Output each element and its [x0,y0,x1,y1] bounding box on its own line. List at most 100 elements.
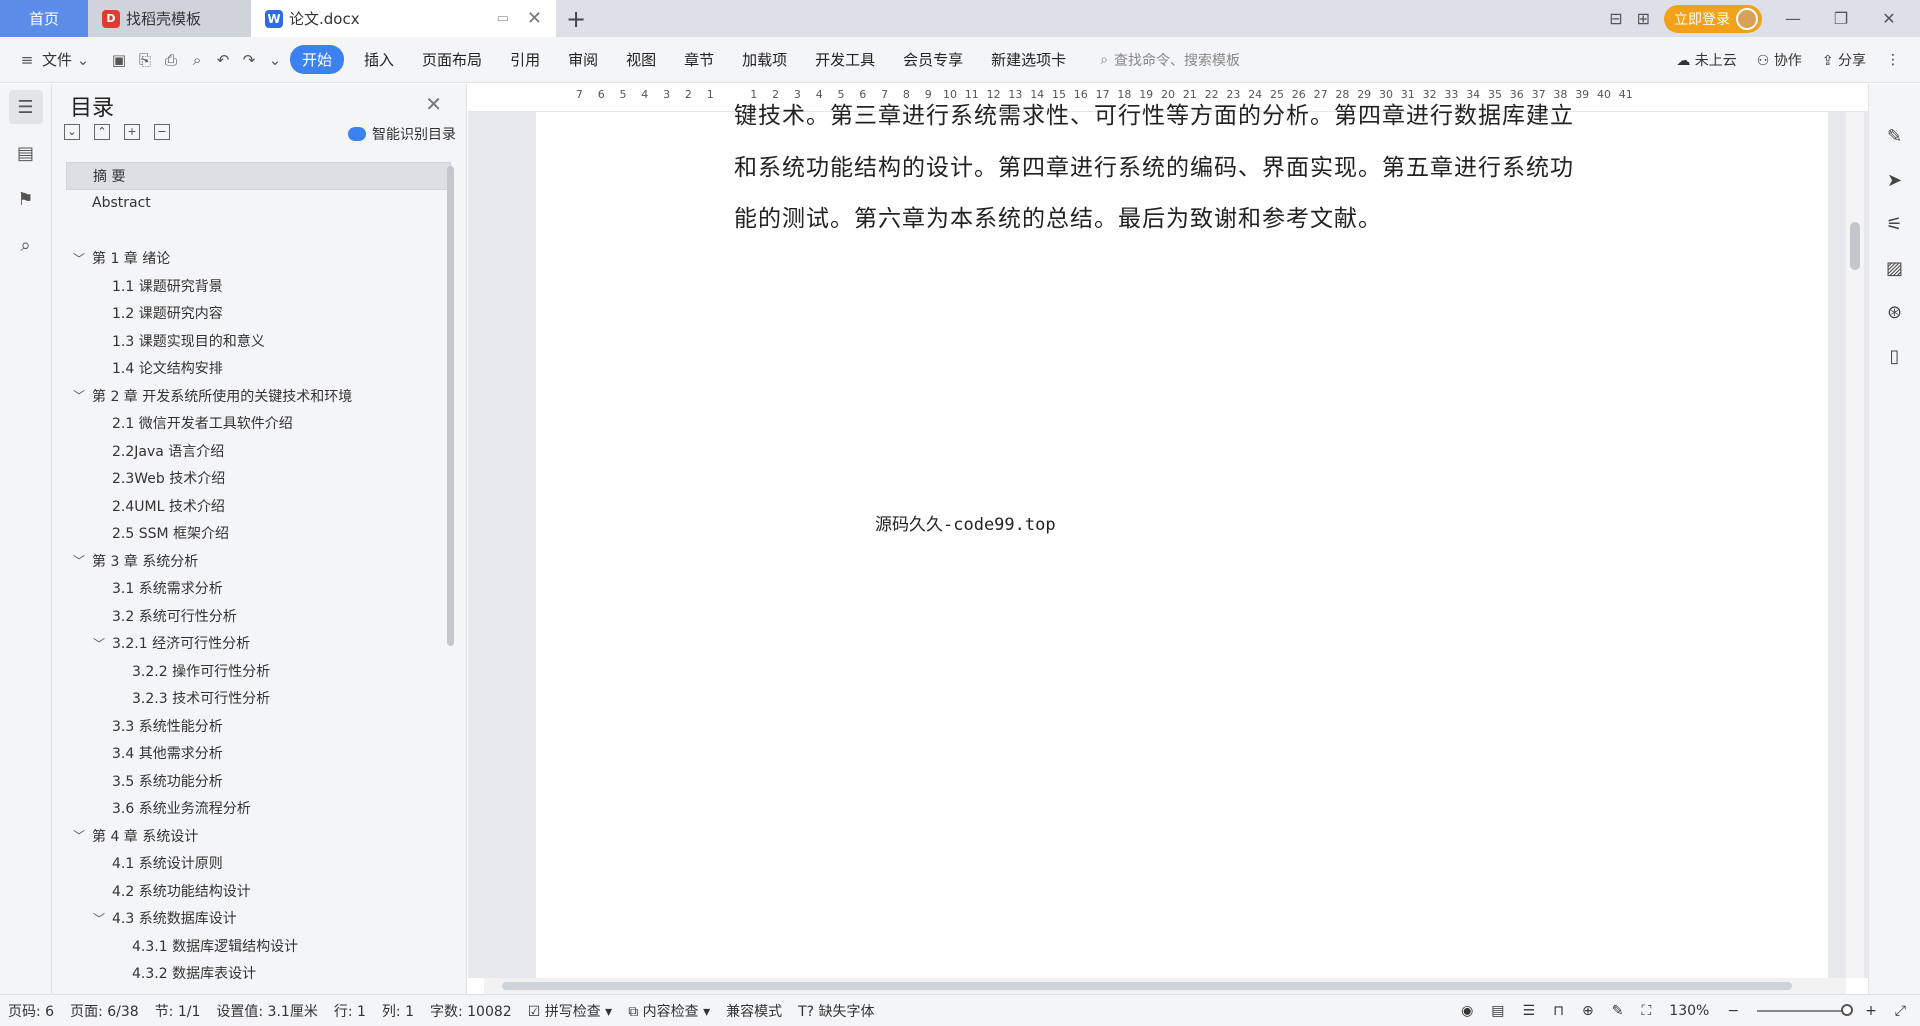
zoom-out-icon[interactable]: − [1727,1003,1739,1019]
content-check-toggle[interactable]: ⧉ 内容检查 ▾ [628,1001,710,1021]
print-icon[interactable]: ⎙ [160,49,182,71]
toc-item[interactable]: 2.2Java 语言介绍 [66,437,451,465]
fullscreen-icon[interactable]: ⤢ [1895,1003,1906,1019]
cloud-status-button[interactable]: ☁ 未上云 [1676,50,1736,70]
share-button[interactable]: ⇪ 分享 [1822,50,1866,70]
toc-item[interactable]: 4.3.1 数据库逻辑结构设计 [66,932,451,960]
redo-icon[interactable]: ↷ [238,49,260,71]
read-view-icon[interactable]: ⊓ [1553,1003,1564,1019]
eye-icon[interactable]: ◉ [1461,1003,1473,1019]
minimize-icon[interactable]: — [1776,9,1810,28]
vertical-scrollbar[interactable] [1846,112,1864,978]
zoom-in-icon[interactable]: + [1865,1003,1877,1019]
file-menu[interactable]: ≡ 文件 ⌄ [16,49,98,71]
toc-item[interactable]: 3.3 系统性能分析 [66,712,451,740]
vertical-scroll-thumb[interactable] [1850,222,1860,270]
toc-item[interactable]: 3.6 系统业务流程分析 [66,795,451,823]
menu-new-tab[interactable]: 新建选项卡 [977,49,1080,70]
add-heading-icon[interactable]: + [124,124,140,140]
toc-item[interactable]: ﹀ 4.3 系统数据库设计 [66,905,451,933]
horizontal-scroll-thumb[interactable] [502,982,1792,990]
page-view-icon[interactable]: ▤ [1491,1003,1504,1019]
remove-heading-icon[interactable]: − [154,124,170,140]
toc-item[interactable]: 1.1 课题研究背景 [66,272,451,300]
menu-layout[interactable]: 页面布局 [408,49,496,70]
missing-font-button[interactable]: T? 缺失字体 [798,1001,874,1021]
collapse-all-icon[interactable]: ⌃ [94,124,110,140]
menu-developer[interactable]: 开发工具 [801,49,889,70]
menu-view[interactable]: 视图 [612,49,670,70]
toc-item[interactable]: ﹀ 第 3 章 系统分析 [66,547,451,575]
tab-document[interactable]: W 论文.docx ▭ ✕ [251,0,556,37]
toc-item[interactable]: 1.3 课题实现目的和意义 [66,327,451,355]
status-row[interactable]: 行: 1 [334,1001,366,1021]
window-pin-icon[interactable]: ▭ [497,11,509,26]
chevron-down-icon[interactable]: ﹀ [92,635,106,652]
menu-addins[interactable]: 加载项 [728,49,801,70]
save-icon[interactable]: ▣ [108,49,130,71]
close-tab-icon[interactable]: ✕ [527,8,542,29]
outline-view-icon[interactable]: ☰ [1523,1003,1536,1019]
command-search[interactable]: ⌕ 查找命令、搜索模板 [1100,50,1240,70]
expand-all-icon[interactable]: ⌄ [64,124,80,140]
status-page-code[interactable]: 页码: 6 [8,1001,54,1021]
image-tool-icon[interactable]: ▨ [1869,246,1920,290]
export-pdf-icon[interactable]: ⎘ [134,49,156,71]
toc-item[interactable]: ﹀ 第 4 章 系统设计 [66,822,451,850]
toc-item[interactable]: 3.5 系统功能分析 [66,767,451,795]
zoom-slider-knob[interactable] [1841,1003,1854,1016]
toc-item[interactable]: 3.1 系统需求分析 [66,575,451,603]
toc-item[interactable]: 4.2 系统功能结构设计 [66,877,451,905]
bookmark-icon[interactable]: ⚑ [9,182,43,216]
print-preview-icon[interactable]: ⌕ [186,49,208,71]
toc-panel-icon[interactable]: ☰ [8,90,43,124]
restore-icon[interactable]: ❐ [1824,9,1858,28]
more-options-icon[interactable]: ⋮ [1886,52,1900,68]
toc-item[interactable]: 2.3Web 技术介绍 [66,465,451,493]
compass-icon[interactable]: ⊛ [1869,290,1920,334]
collab-button[interactable]: ⚇ 协作 [1757,50,1802,70]
status-section[interactable]: 节: 1/1 [155,1001,201,1021]
toc-item[interactable]: 3.2.3 技术可行性分析 [66,685,451,713]
menu-home[interactable]: 开始 [290,45,345,74]
menu-review[interactable]: 审阅 [554,49,612,70]
web-view-icon[interactable]: ⊕ [1582,1003,1594,1019]
close-icon[interactable]: ✕ [425,92,442,116]
status-col[interactable]: 列: 1 [382,1001,414,1021]
chevron-down-icon[interactable]: ﹀ [72,552,86,569]
find-icon[interactable]: ⌕ [9,228,43,262]
toc-item[interactable]: ﹀ 第 1 章 绪论 [66,245,451,273]
chevron-down-icon[interactable]: ﹀ [92,910,106,927]
more-quick-icon[interactable]: ⌄ [264,49,286,71]
new-tab-button[interactable]: + [556,0,596,37]
zoom-slider[interactable] [1757,1003,1854,1016]
toc-item[interactable]: 3.2.2 操作可行性分析 [66,657,451,685]
apps-grid-icon[interactable]: ⊞ [1637,9,1650,28]
toc-item[interactable]: 1.4 论文结构安排 [66,355,451,383]
tab-home[interactable]: 首页 [0,0,88,37]
chapter-nav-icon[interactable]: ▤ [9,136,43,170]
zoom-level[interactable]: 130% [1669,1003,1709,1019]
toc-item[interactable]: 1.2 课题研究内容 [66,300,451,328]
fit-page-icon[interactable]: ⛶ [1641,1003,1651,1019]
document-page[interactable] [536,112,1828,978]
toc-item[interactable]: 3.4 其他需求分析 [66,740,451,768]
toc-item[interactable]: 摘 要 [66,162,451,190]
chevron-down-icon[interactable]: ﹀ [72,250,86,267]
select-cursor-icon[interactable]: ➤ [1869,158,1920,202]
status-setting[interactable]: 设置值: 3.1厘米 [216,1001,317,1021]
toc-item[interactable]: 4.3.2 数据库表设计 [66,960,451,988]
smart-toc-button[interactable]: 智能识别目录 [348,124,456,144]
chevron-down-icon[interactable]: ﹀ [72,387,86,404]
menu-insert[interactable]: 插入 [350,49,408,70]
toc-item[interactable]: 2.4UML 技术介绍 [66,492,451,520]
compat-mode[interactable]: 兼容模式 [726,1001,782,1021]
toc-item[interactable]: 4.1 系统设计原则 [66,850,451,878]
adjust-icon[interactable]: ⚟ [1869,202,1920,246]
toc-scrollbar[interactable] [447,166,454,646]
status-page[interactable]: 页面: 6/38 [70,1001,139,1021]
chevron-down-icon[interactable]: ﹀ [72,827,86,844]
menu-section[interactable]: 章节 [670,49,728,70]
login-button[interactable]: 立即登录 [1664,4,1762,33]
reader-icon[interactable]: ▯ [1869,334,1920,378]
